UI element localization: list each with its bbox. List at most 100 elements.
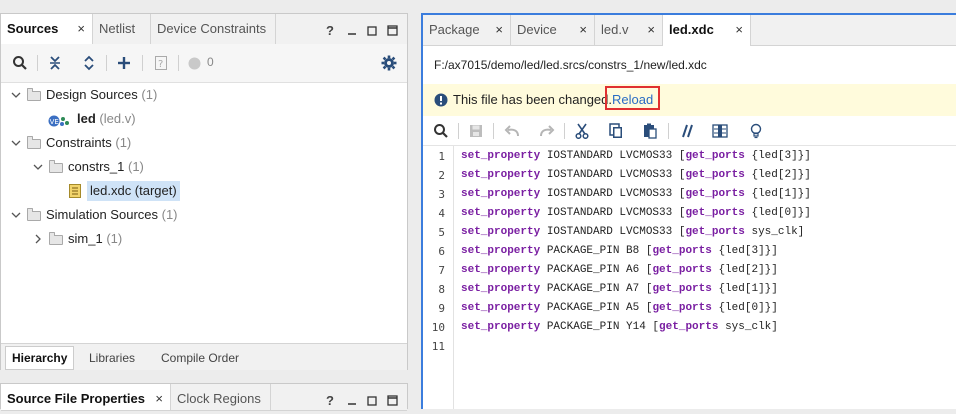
tree-item-count: (1) xyxy=(106,231,123,246)
chevron-down-icon[interactable] xyxy=(11,85,21,105)
code-line[interactable]: set_property IOSTANDARD LVCMOS33 [get_po… xyxy=(461,207,811,219)
expand-all-icon[interactable] xyxy=(80,54,98,72)
status-dot-icon xyxy=(187,56,201,70)
code-token: get_ports xyxy=(652,245,712,257)
code-token: IOSTANDARD LVCMOS33 [ xyxy=(540,169,686,181)
code-line[interactable]: set_property PACKAGE_PIN A5 [get_ports {… xyxy=(461,302,778,314)
code-line[interactable]: set_property IOSTANDARD LVCMOS33 [get_po… xyxy=(461,169,811,181)
close-icon[interactable]: × xyxy=(647,15,655,45)
collapse-all-icon[interactable] xyxy=(46,54,64,72)
chevron-down-icon[interactable] xyxy=(11,205,21,225)
close-icon[interactable]: × xyxy=(579,15,587,45)
save-icon[interactable] xyxy=(467,122,485,140)
tab-sources[interactable]: Sources × xyxy=(1,14,93,45)
paste-icon[interactable] xyxy=(641,122,659,140)
tab-device-label: Device xyxy=(517,22,557,37)
maximize-icon[interactable] xyxy=(385,392,399,408)
minimize-icon[interactable] xyxy=(345,22,359,38)
code-token: set_property xyxy=(461,245,541,257)
tree-item-label: Simulation Sources xyxy=(46,207,158,222)
line-number: 5 xyxy=(438,226,445,239)
line-number: 2 xyxy=(438,169,445,182)
tab-led-v[interactable]: led.v × xyxy=(595,15,663,45)
close-icon[interactable]: × xyxy=(495,15,503,45)
restore-icon[interactable] xyxy=(365,392,379,408)
search-icon[interactable] xyxy=(432,122,450,140)
search-icon[interactable] xyxy=(11,54,29,72)
help-document-icon[interactable]: ? xyxy=(152,54,170,72)
folder-icon xyxy=(49,160,63,173)
tab-libraries[interactable]: Libraries xyxy=(83,347,141,369)
code-line[interactable]: set_property PACKAGE_PIN A7 [get_ports {… xyxy=(461,283,778,295)
code-line[interactable]: set_property PACKAGE_PIN Y14 [get_ports … xyxy=(461,321,778,333)
tab-netlist[interactable]: Netlist xyxy=(93,14,151,44)
code-token: get_ports xyxy=(685,188,745,200)
tab-device-constraints-label: Device Constraints xyxy=(157,21,267,36)
tab-source-file-properties-label: Source File Properties xyxy=(7,391,145,406)
tab-compile-order[interactable]: Compile Order xyxy=(155,347,245,369)
help-icon[interactable]: ? xyxy=(323,392,337,408)
help-icon[interactable]: ? xyxy=(323,22,337,38)
code-line[interactable]: set_property IOSTANDARD LVCMOS33 [get_po… xyxy=(461,150,811,162)
redo-icon[interactable] xyxy=(538,122,556,140)
column-select-icon[interactable] xyxy=(711,122,729,140)
tree-item-label: sim_1 xyxy=(68,231,103,246)
close-icon[interactable]: × xyxy=(735,15,743,45)
tab-source-file-properties[interactable]: Source File Properties × xyxy=(1,384,171,410)
tab-device-constraints[interactable]: Device Constraints xyxy=(151,14,276,44)
code-token: PACKAGE_PIN B8 [ xyxy=(540,245,653,257)
chevron-right-icon[interactable] xyxy=(33,229,43,249)
code-line[interactable]: set_property PACKAGE_PIN B8 [get_ports {… xyxy=(461,245,778,257)
svg-text:?: ? xyxy=(158,59,163,70)
line-number: 1 xyxy=(438,150,445,163)
line-number: 4 xyxy=(438,207,445,220)
editor-toolbar xyxy=(423,117,956,146)
restore-icon[interactable] xyxy=(365,22,379,38)
reload-link-label: Reload xyxy=(612,92,654,107)
code-token: get_ports xyxy=(652,264,712,276)
tab-clock-regions[interactable]: Clock Regions xyxy=(171,384,271,410)
code-token: IOSTANDARD LVCMOS33 [ xyxy=(540,188,686,200)
tab-netlist-label: Netlist xyxy=(99,21,136,36)
tab-package[interactable]: Package × xyxy=(423,15,511,45)
code-token: sys_clk] xyxy=(744,226,805,238)
code-line[interactable]: set_property PACKAGE_PIN A6 [get_ports {… xyxy=(461,264,778,276)
chevron-down-icon[interactable] xyxy=(33,157,43,177)
code-token: set_property xyxy=(461,188,541,200)
folder-icon xyxy=(49,232,63,245)
minimize-icon[interactable] xyxy=(345,392,359,408)
close-icon[interactable]: × xyxy=(155,384,163,414)
code-line[interactable]: set_property IOSTANDARD LVCMOS33 [get_po… xyxy=(461,188,811,200)
code-token: PACKAGE_PIN Y14 [ xyxy=(540,321,660,333)
cut-icon[interactable] xyxy=(573,122,591,140)
undo-icon[interactable] xyxy=(503,122,521,140)
code-token: set_property xyxy=(461,283,541,295)
code-token: set_property xyxy=(461,226,541,238)
tab-device[interactable]: Device × xyxy=(511,15,595,45)
code-token: IOSTANDARD LVCMOS33 [ xyxy=(540,226,686,238)
comment-toggle-icon[interactable] xyxy=(677,122,695,140)
code-token: set_property xyxy=(461,207,541,219)
lightbulb-icon[interactable] xyxy=(747,122,765,140)
tree-item-count: (1) xyxy=(115,135,132,150)
add-icon[interactable] xyxy=(115,54,133,72)
tab-led-xdc[interactable]: led.xdc × xyxy=(663,15,751,46)
code-token: get_ports xyxy=(659,321,719,333)
folder-icon xyxy=(27,208,41,221)
code-token: get_ports xyxy=(685,169,745,181)
copy-icon[interactable] xyxy=(607,122,625,140)
code-token: set_property xyxy=(461,169,541,181)
gear-icon[interactable] xyxy=(380,54,398,72)
tree-item-detail: (led.v) xyxy=(99,111,136,126)
code-line[interactable]: set_property IOSTANDARD LVCMOS33 [get_po… xyxy=(461,226,804,238)
folder-icon xyxy=(27,136,41,149)
chevron-down-icon[interactable] xyxy=(11,133,21,153)
maximize-icon[interactable] xyxy=(385,22,399,38)
reload-link[interactable]: Reload xyxy=(605,86,661,110)
tab-led-v-label: led.v xyxy=(601,22,629,37)
code-token: set_property xyxy=(461,321,541,333)
source-file-properties-panel: Source File Properties × Clock Regions ? xyxy=(0,383,408,411)
code-editor[interactable]: 1 set_property IOSTANDARD LVCMOS33 [get_p… xyxy=(423,146,956,409)
close-icon[interactable]: × xyxy=(77,14,85,44)
tab-hierarchy[interactable]: Hierarchy xyxy=(5,346,75,370)
